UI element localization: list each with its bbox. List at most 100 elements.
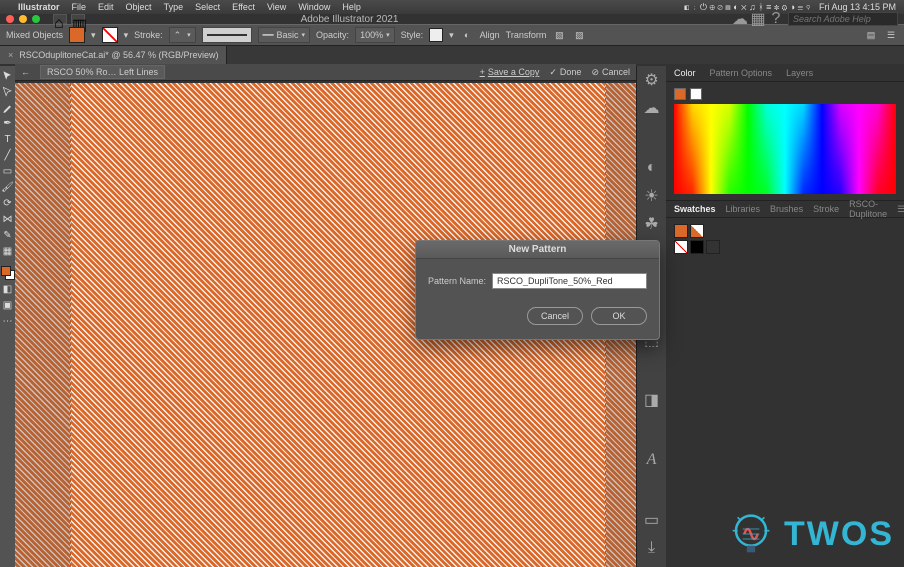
graphic-styles-panel-icon[interactable]: ☀ — [644, 188, 660, 204]
menu-edit[interactable]: Edit — [98, 2, 114, 12]
recolor-icon[interactable]: ◐ — [460, 28, 474, 42]
fill-stroke-swatches[interactable] — [1, 266, 15, 280]
stroke-weight-input[interactable]: ⌃▾ — [169, 27, 196, 43]
color-panel-tabs: Color Pattern Options Layers — [666, 64, 904, 82]
cancel-edit-button[interactable]: ⊘ Cancel — [591, 67, 630, 78]
libraries-panel-icon[interactable]: ☁ — [644, 100, 660, 116]
align-label[interactable]: Align — [480, 30, 500, 40]
rsco-duplitone-tab[interactable]: RSCO-Duplitone — [849, 199, 887, 219]
back-arrow-icon[interactable]: ← — [21, 67, 30, 77]
pattern-options-tab[interactable]: Pattern Options — [710, 68, 773, 78]
document-tab[interactable]: × RSCOduplitoneCat.ai* @ 56.47 % (RGB/Pr… — [0, 46, 227, 64]
app-name[interactable]: Illustrator — [18, 2, 60, 12]
stroke-dropdown-caret[interactable]: ▾ — [124, 30, 129, 41]
watermark: TWOS — [726, 509, 894, 559]
brushes-tab[interactable]: Brushes — [770, 204, 803, 214]
width-tool[interactable]: ⋈ — [1, 212, 15, 226]
rectangle-tool[interactable]: ▭ — [1, 164, 15, 178]
clip-icon[interactable]: ▨ — [572, 28, 586, 42]
brush-definition[interactable]: ━━ Basic ▾ — [258, 27, 310, 43]
stroke-swatch-none[interactable] — [102, 27, 118, 43]
layers-tab[interactable]: Layers — [786, 68, 813, 78]
artboards-panel-icon[interactable]: ▭ — [644, 512, 660, 528]
fill-swatch[interactable] — [69, 27, 85, 43]
opacity-input[interactable]: 100%▾ — [355, 27, 395, 43]
window-minimize-button[interactable] — [19, 15, 27, 23]
stroke-profile[interactable] — [202, 27, 252, 43]
transparency-panel-icon[interactable]: ◨ — [644, 392, 660, 408]
color-tab[interactable]: Color — [674, 68, 696, 78]
menubar-clock[interactable]: Fri Aug 13 4:15 PM — [819, 2, 896, 12]
breadcrumb-item[interactable]: RSCO 50% Ro… Left Lines — [40, 65, 165, 79]
style-swatch[interactable] — [429, 28, 443, 42]
style-label: Style: — [401, 30, 424, 40]
list-view-icon[interactable]: ☰ — [897, 204, 904, 215]
asset-export-panel-icon[interactable]: ⤓ — [644, 540, 660, 556]
color-fill-indicator[interactable] — [674, 88, 686, 100]
appearance-panel-icon[interactable]: ◐ — [644, 160, 660, 176]
isolate-icon[interactable]: ▧ — [552, 28, 566, 42]
close-tab-icon[interactable]: × — [8, 50, 13, 60]
character-panel-icon[interactable]: A — [644, 452, 660, 468]
dialog-title: New Pattern — [416, 241, 659, 259]
document-tab-label: RSCOduplitoneCat.ai* @ 56.47 % (RGB/Prev… — [19, 50, 218, 60]
swatch[interactable] — [690, 240, 704, 254]
transform-label[interactable]: Transform — [506, 30, 547, 40]
direct-select-tool[interactable] — [1, 84, 15, 98]
properties-panel-icon[interactable]: ⚙ — [644, 72, 660, 88]
edit-toolbar[interactable]: ⋯ — [1, 314, 15, 328]
menu-type[interactable]: Type — [164, 2, 184, 12]
menu-window[interactable]: Window — [298, 2, 330, 12]
pen-tool[interactable] — [1, 100, 15, 114]
dialog-ok-button[interactable]: OK — [591, 307, 647, 325]
dock-icon[interactable]: ▤ — [864, 28, 878, 42]
right-panels: Color Pattern Options Layers Swatches Li… — [666, 64, 904, 567]
document-tabs: × RSCOduplitoneCat.ai* @ 56.47 % (RGB/Pr… — [0, 46, 904, 64]
menu-object[interactable]: Object — [126, 2, 152, 12]
symbols-panel-icon[interactable]: ☘ — [644, 216, 660, 232]
style-caret[interactable]: ▾ — [449, 30, 454, 41]
libraries-tab[interactable]: Libraries — [726, 204, 761, 214]
layout-icon[interactable]: ▥ — [71, 14, 85, 24]
menu-file[interactable]: File — [72, 2, 87, 12]
help-icon[interactable]: ? — [770, 13, 782, 25]
rotate-tool[interactable]: ⟳ — [1, 196, 15, 210]
search-help-input[interactable] — [788, 12, 898, 26]
more-icon[interactable]: ☰ — [884, 28, 898, 42]
swatch[interactable] — [690, 224, 704, 238]
menu-effect[interactable]: Effect — [232, 2, 255, 12]
brush-tool[interactable]: 🖌 — [1, 180, 15, 194]
menu-select[interactable]: Select — [195, 2, 220, 12]
fill-dropdown-caret[interactable]: ▾ — [91, 30, 96, 41]
eyedropper-tool[interactable]: ✎ — [1, 228, 15, 242]
pattern-name-input[interactable] — [492, 273, 647, 289]
swatch-none[interactable] — [674, 240, 688, 254]
curvature-tool[interactable]: ✒ — [1, 116, 15, 130]
window-zoom-button[interactable] — [32, 15, 40, 23]
selection-tool[interactable] — [1, 68, 15, 82]
save-a-copy-button[interactable]: + Save a Copy — [480, 67, 540, 78]
screen-mode[interactable]: ▣ — [1, 298, 15, 312]
swatches-panel-tabs: Swatches Libraries Brushes Stroke RSCO-D… — [666, 200, 904, 218]
new-pattern-dialog: New Pattern Pattern Name: Cancel OK — [415, 240, 660, 340]
breadcrumb[interactable]: RSCO 50% Ro… Left Lines — [40, 65, 165, 79]
fill-color-swatch[interactable] — [1, 266, 11, 276]
cloud-icon[interactable]: ☁ — [734, 13, 746, 25]
swatches-tab[interactable]: Swatches — [674, 204, 716, 214]
stroke-tab[interactable]: Stroke — [813, 204, 839, 214]
gradient-tool[interactable]: ▦ — [1, 244, 15, 258]
arrange-icon[interactable]: ▦ — [752, 13, 764, 25]
type-tool[interactable]: T — [1, 132, 15, 146]
swatch[interactable] — [674, 224, 688, 238]
color-spectrum[interactable] — [674, 104, 896, 194]
line-tool[interactable]: ╱ — [1, 148, 15, 162]
done-button[interactable]: ✓ Done — [549, 67, 581, 78]
menu-view[interactable]: View — [267, 2, 286, 12]
dialog-cancel-button[interactable]: Cancel — [527, 307, 583, 325]
home-icon[interactable]: ⌂ — [53, 14, 67, 24]
swatch[interactable] — [706, 240, 720, 254]
menu-help[interactable]: Help — [342, 2, 361, 12]
drawing-mode[interactable]: ◧ — [1, 282, 15, 296]
window-close-button[interactable] — [6, 15, 14, 23]
color-stroke-indicator[interactable] — [690, 88, 702, 100]
